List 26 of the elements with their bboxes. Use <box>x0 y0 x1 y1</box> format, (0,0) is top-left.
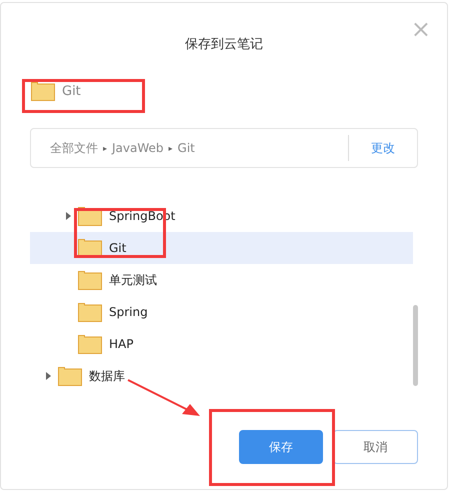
tree-row[interactable]: HAP <box>30 328 413 360</box>
folder-icon <box>31 81 55 101</box>
cancel-button[interactable]: 取消 <box>333 430 418 464</box>
folder-name: Git <box>109 241 126 255</box>
expand-arrow-icon[interactable] <box>66 212 71 220</box>
dialog-title: 保存到云笔记 <box>185 36 263 53</box>
folder-icon <box>78 302 102 322</box>
tree-row[interactable]: 单元测试 <box>30 264 413 296</box>
current-folder-name: Git <box>62 84 81 98</box>
expand-arrow-icon[interactable] <box>46 372 51 380</box>
tree-row[interactable]: Spring <box>30 296 413 328</box>
folder-name: 单元测试 <box>109 272 157 288</box>
folder-name: Spring <box>109 305 148 319</box>
path-label: 全部文件 <box>50 140 98 156</box>
path-label: Git <box>178 141 195 155</box>
path-label: JavaWeb <box>112 141 164 155</box>
separator: ▸ <box>168 144 173 152</box>
folder-icon <box>58 366 82 386</box>
folder-name: 数据库 <box>89 368 125 384</box>
folder-icon <box>78 270 102 290</box>
folder-icon <box>78 334 102 354</box>
tree-row[interactable]: Git <box>30 232 413 264</box>
folder-name: HAP <box>109 337 134 351</box>
separator: ▸ <box>103 144 108 152</box>
scrollbar[interactable] <box>413 305 418 386</box>
tree-row[interactable]: 数据库 <box>30 360 413 390</box>
